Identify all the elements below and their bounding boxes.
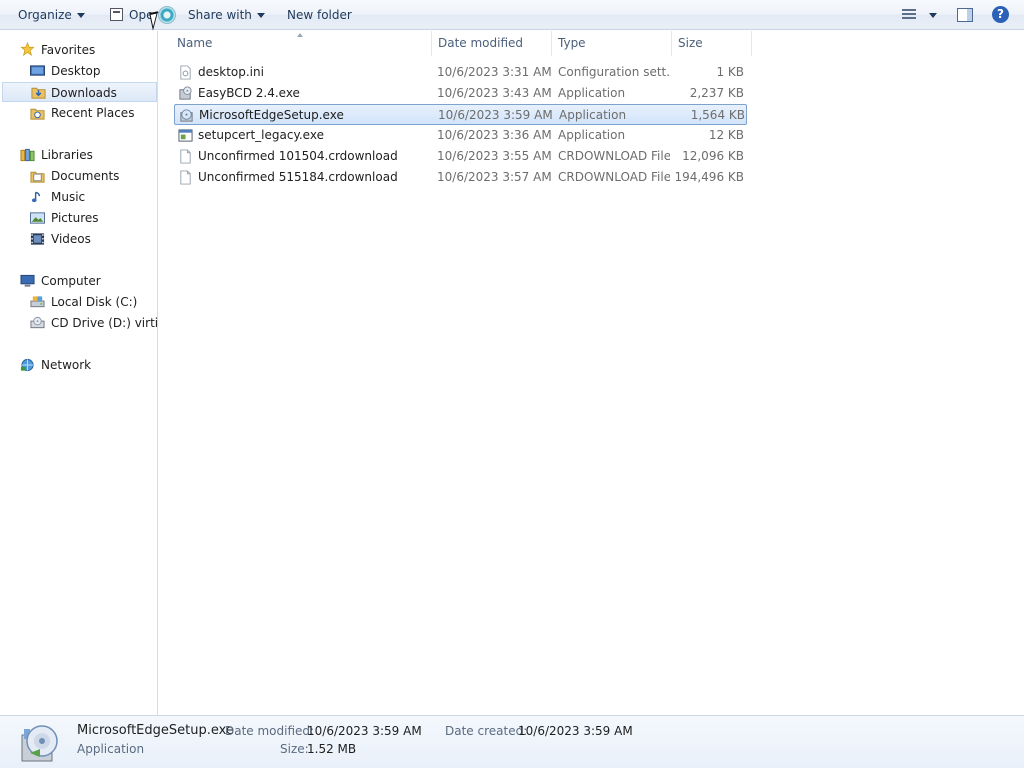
column-size-label: Size bbox=[678, 36, 703, 50]
file-row-selected[interactable]: MicrosoftEdgeSetup.exe 10/6/2023 3:59 AM… bbox=[174, 104, 747, 125]
share-with-button[interactable]: Share with bbox=[188, 0, 265, 30]
nav-downloads-label: Downloads bbox=[51, 86, 117, 100]
column-date-label: Date modified bbox=[438, 36, 524, 50]
nav-libraries-label: Libraries bbox=[41, 148, 93, 162]
music-note-icon bbox=[31, 191, 41, 203]
computer-icon bbox=[20, 274, 35, 287]
file-row[interactable]: Unconfirmed 101504.crdownload 10/6/2023 … bbox=[174, 146, 747, 167]
busy-cursor-icon bbox=[158, 6, 176, 24]
videos-icon bbox=[30, 233, 45, 245]
application-window-icon bbox=[178, 129, 193, 142]
preview-pane-icon[interactable] bbox=[957, 8, 973, 22]
details-filename: MicrosoftEdgeSetup.exe bbox=[77, 723, 234, 738]
file-date: 10/6/2023 3:31 AM bbox=[437, 65, 552, 79]
column-header-type[interactable]: Type bbox=[552, 31, 672, 56]
documents-icon bbox=[30, 171, 45, 183]
help-icon[interactable]: ? bbox=[992, 6, 1009, 23]
share-with-label: Share with bbox=[188, 8, 252, 22]
installer-disc-icon bbox=[21, 725, 58, 762]
nav-pictures-label: Pictures bbox=[51, 211, 99, 225]
details-size-value: 1.52 MB bbox=[307, 742, 357, 756]
pictures-icon bbox=[30, 212, 45, 224]
column-header-size[interactable]: Size bbox=[672, 31, 752, 56]
installer-disc-icon bbox=[180, 109, 193, 122]
details-filetype: Application bbox=[77, 742, 145, 756]
new-folder-label: New folder bbox=[287, 8, 352, 22]
file-name: MicrosoftEdgeSetup.exe bbox=[199, 108, 344, 122]
open-icon[interactable] bbox=[110, 8, 123, 21]
details-date-created-value: 10/6/2023 3:59 AM bbox=[518, 724, 633, 738]
file-size: 2,237 KB bbox=[689, 86, 744, 100]
star-icon bbox=[20, 42, 35, 56]
column-header-name[interactable]: Name bbox=[171, 31, 432, 56]
blank-file-icon bbox=[180, 149, 191, 164]
organize-label: Organize bbox=[18, 8, 72, 22]
file-size: 12 KB bbox=[708, 128, 744, 142]
nav-desktop-label: Desktop bbox=[51, 64, 101, 78]
recent-places-icon bbox=[30, 108, 45, 120]
nav-computer-label: Computer bbox=[41, 274, 101, 288]
change-view-icon[interactable] bbox=[902, 9, 916, 21]
nav-downloads[interactable]: Downloads bbox=[2, 82, 157, 102]
details-date-modified-label: Date modified: bbox=[225, 724, 315, 738]
details-size-label: Size: bbox=[280, 742, 309, 756]
details-date-modified-value: 10/6/2023 3:59 AM bbox=[307, 724, 422, 738]
file-row[interactable]: setupcert_legacy.exe 10/6/2023 3:36 AM A… bbox=[174, 125, 747, 146]
details-pane: MicrosoftEdgeSetup.exe Application Date … bbox=[0, 715, 1024, 768]
file-name: EasyBCD 2.4.exe bbox=[198, 86, 300, 100]
settings-file-icon bbox=[180, 65, 191, 80]
blank-file-icon bbox=[180, 170, 191, 185]
nav-documents-label: Documents bbox=[51, 169, 120, 183]
file-row[interactable]: Unconfirmed 515184.crdownload 10/6/2023 … bbox=[174, 167, 747, 188]
column-name-label: Name bbox=[177, 36, 213, 50]
sort-ascending-icon bbox=[297, 33, 303, 37]
navigation-pane[interactable]: Favorites Desktop Downloads Recent Place… bbox=[0, 31, 158, 715]
file-date: 10/6/2023 3:55 AM bbox=[437, 149, 552, 163]
file-size: 12,096 KB bbox=[682, 149, 744, 163]
file-size: 1 KB bbox=[716, 65, 744, 79]
nav-music-label: Music bbox=[51, 190, 86, 204]
new-folder-button[interactable]: New folder bbox=[287, 0, 352, 30]
file-name: desktop.ini bbox=[198, 65, 264, 79]
file-date: 10/6/2023 3:57 AM bbox=[437, 170, 552, 184]
downloads-folder-icon bbox=[31, 87, 46, 99]
nav-cd-drive-label: CD Drive (D:) virtio-w bbox=[51, 316, 158, 330]
desktop-icon bbox=[30, 65, 45, 76]
installer-icon bbox=[179, 86, 192, 100]
file-date: 10/6/2023 3:43 AM bbox=[437, 86, 552, 100]
nav-network-label: Network bbox=[41, 358, 92, 372]
nav-videos-label: Videos bbox=[51, 232, 91, 246]
column-type-label: Type bbox=[558, 36, 586, 50]
organize-button[interactable]: Organize bbox=[18, 0, 85, 30]
file-row[interactable]: desktop.ini 10/6/2023 3:31 AM Configurat… bbox=[174, 62, 747, 83]
file-date: 10/6/2023 3:59 AM bbox=[438, 108, 553, 122]
nav-recent-places-label: Recent Places bbox=[51, 106, 135, 120]
view-options-dropdown[interactable] bbox=[924, 0, 937, 30]
network-icon bbox=[20, 358, 34, 372]
hard-drive-icon bbox=[30, 296, 45, 308]
chevron-down-icon bbox=[76, 13, 85, 18]
file-name: setupcert_legacy.exe bbox=[198, 128, 324, 142]
libraries-icon bbox=[20, 148, 35, 162]
chevron-down-icon bbox=[256, 13, 265, 18]
cd-drive-icon bbox=[30, 316, 45, 329]
chevron-down-icon bbox=[929, 13, 937, 18]
details-date-created-label: Date created: bbox=[445, 724, 528, 738]
nav-local-disk-label: Local Disk (C:) bbox=[51, 295, 138, 309]
column-header-date-modified[interactable]: Date modified bbox=[432, 31, 552, 56]
file-name: Unconfirmed 101504.crdownload bbox=[198, 149, 398, 163]
file-size: 194,496 KB bbox=[674, 170, 744, 184]
file-row[interactable]: EasyBCD 2.4.exe 10/6/2023 3:43 AM Applic… bbox=[174, 83, 747, 104]
file-size: 1,564 KB bbox=[690, 108, 745, 122]
file-date: 10/6/2023 3:36 AM bbox=[437, 128, 552, 142]
column-header-bar: Name Date modified Type Size bbox=[171, 31, 753, 56]
nav-favorites-label: Favorites bbox=[41, 43, 96, 57]
file-name: Unconfirmed 515184.crdownload bbox=[198, 170, 398, 184]
